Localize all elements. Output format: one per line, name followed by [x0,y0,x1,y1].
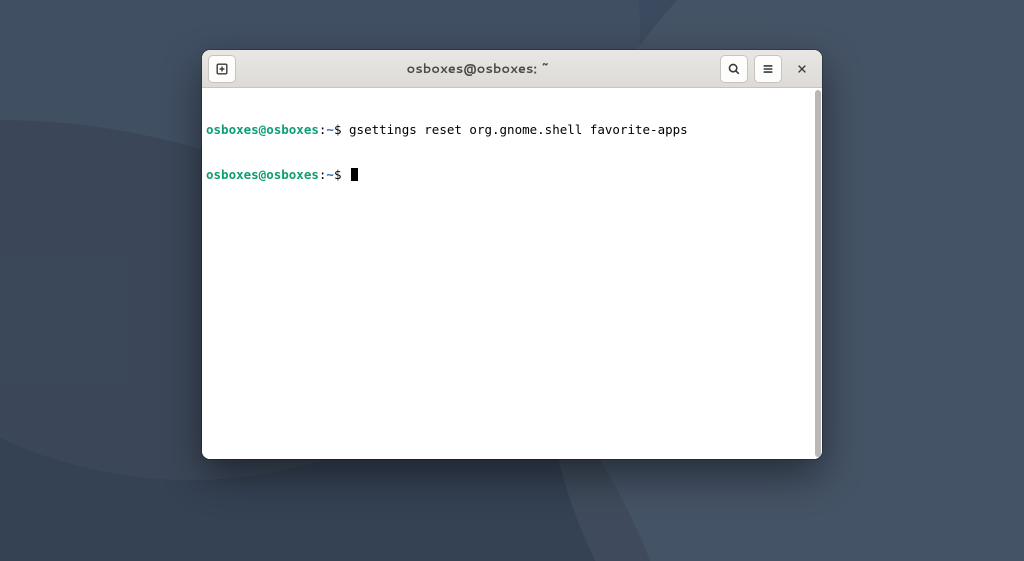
prompt-symbol: $ [334,122,349,137]
prompt-path: ~ [326,122,334,137]
terminal-output[interactable]: osboxes@osboxes:~$ gsettings reset org.g… [202,88,814,459]
new-tab-icon [215,62,229,76]
terminal-line: osboxes@osboxes:~$ gsettings reset org.g… [206,122,810,137]
terminal-command: gsettings reset org.gnome.shell favorite… [349,122,688,137]
window-title: osboxes@osboxes: ~ [242,60,714,78]
window-titlebar[interactable]: osboxes@osboxes: ~ [202,50,822,88]
search-button[interactable] [720,55,748,83]
close-button[interactable] [788,55,816,83]
close-icon [796,63,808,75]
terminal-scrollbar[interactable] [814,88,822,459]
terminal-cursor [351,168,358,181]
titlebar-right-group [720,55,816,83]
menu-button[interactable] [754,55,782,83]
prompt-user-host: osboxes@osboxes [206,122,319,137]
new-tab-button[interactable] [208,55,236,83]
prompt-symbol: $ [334,167,349,182]
prompt-user-host: osboxes@osboxes [206,167,319,182]
terminal-body-wrap: osboxes@osboxes:~$ gsettings reset org.g… [202,88,822,459]
terminal-line: osboxes@osboxes:~$ [206,167,810,182]
terminal-window: osboxes@osboxes: ~ [202,50,822,459]
search-icon [727,62,741,76]
prompt-path: ~ [326,167,334,182]
hamburger-menu-icon [761,62,775,76]
